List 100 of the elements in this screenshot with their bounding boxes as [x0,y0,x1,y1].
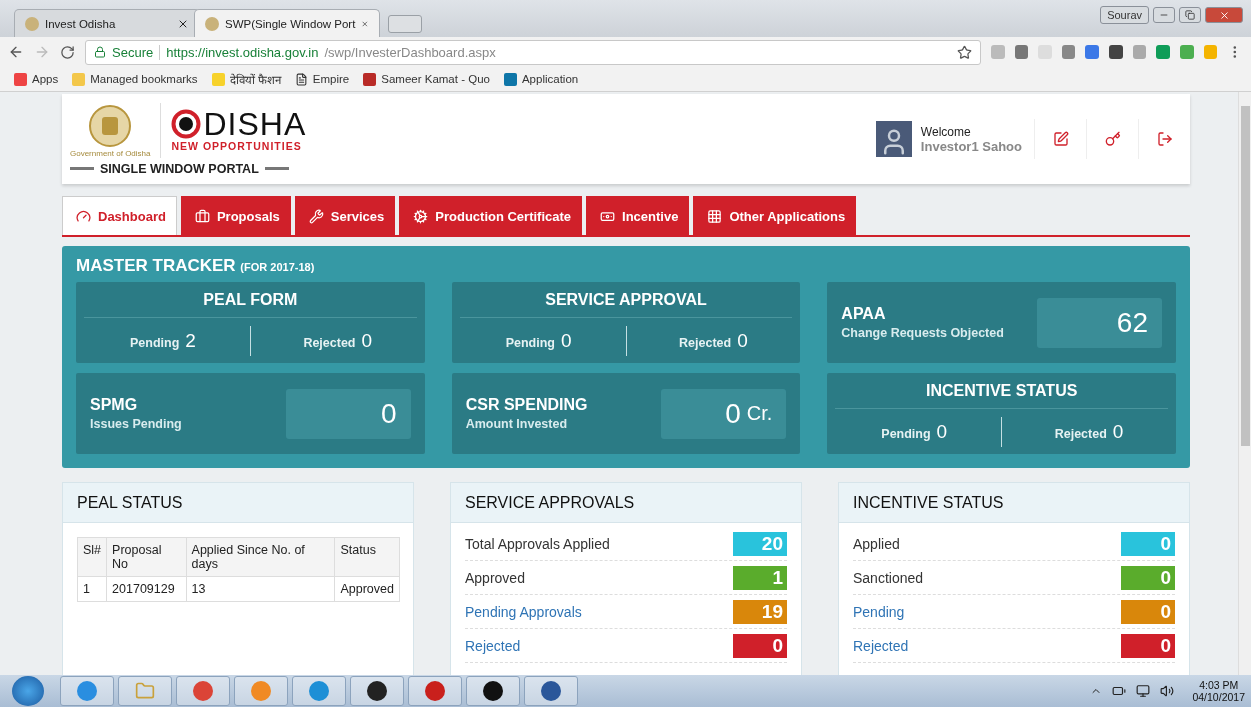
browser-tab[interactable]: SWP(Single Window Port [194,9,380,37]
grid-icon [707,208,723,224]
start-button[interactable] [12,676,44,706]
minimize-button[interactable] [1153,7,1175,23]
bookmark-link[interactable]: देवियों फैशन [211,71,281,87]
star-icon[interactable] [956,44,972,60]
count-badge: 19 [733,599,787,624]
table-cell: 201709129 [106,576,187,602]
nav-tab[interactable]: Dashboard [62,196,177,235]
extension-icon[interactable] [1061,45,1076,59]
address-bar[interactable]: Secure https://invest.odisha.gov.in /swp/InvesterDashboard.aspx [85,39,981,65]
battery-icon[interactable] [1112,684,1127,698]
unit-label: Cr. [746,402,773,425]
scrollbar[interactable] [1238,92,1251,675]
status-label: Total Approvals Applied [465,535,610,552]
edit-icon [1052,131,1069,147]
close-button[interactable] [1205,7,1243,23]
url-host: https://invest.odisha.gov.in [166,44,319,60]
count-badge: 0 [1121,531,1175,556]
bookmark-link[interactable]: Application [503,72,579,86]
column-header: Sl# [77,537,107,577]
ring-logo-icon [171,109,202,139]
count-badge: 0 [1121,633,1175,658]
profile-button[interactable]: Sourav [1100,6,1149,24]
card-value: 0 [381,397,397,430]
rejected-label: Rejected [1054,426,1107,441]
count-badge: 0 [1121,565,1175,590]
brand-tagline: NEW OPPORTUNITIES [171,140,303,152]
taskbar-icon[interactable] [466,676,520,706]
card-subtitle: Issues Pending [90,417,183,431]
extension-icon[interactable] [1203,45,1218,59]
restore-icon [1185,10,1195,20]
emblem-caption: Government of Odisha [70,148,151,158]
status-label: Approved [465,569,525,586]
logout-icon [1156,131,1173,147]
tracker-title: MASTER TRACKER (FOR 2017-18) [76,256,316,276]
status-link[interactable]: Pending [853,603,905,620]
bookmark-link[interactable]: Empire [294,72,350,86]
clock[interactable]: 4:03 PM 04/10/2017 [1192,679,1245,703]
nav-tab[interactable]: Production Certificate [399,196,583,235]
table-cell: Approved [334,576,400,602]
url-path: /swp/InvesterDashboard.aspx [324,44,497,60]
back-icon[interactable] [8,44,24,60]
card-title: APAA [841,305,887,323]
nav-tab[interactable]: Incentive [586,196,690,235]
table-cell: 1 [77,576,107,602]
user-name: Investor1 Sahoo [920,138,1022,154]
extension-icon[interactable] [1132,45,1147,59]
new-tab-button[interactable] [388,15,422,33]
close-icon [1218,9,1230,21]
pending-count: 0 [936,420,948,443]
nav-tab[interactable]: Services [294,196,396,235]
extension-icon[interactable] [1109,45,1123,59]
card-value: 62 [1116,306,1148,339]
card-subtitle: Amount Invested [465,417,569,431]
network-icon[interactable] [1136,684,1151,698]
speaker-icon[interactable] [1160,684,1175,698]
card-value: 0 [725,397,741,430]
pending-count: 2 [185,329,196,352]
bookmark-link[interactable]: Managed bookmarks [72,72,198,86]
extension-icon[interactable] [1014,45,1029,59]
count-badge: 0 [733,633,787,658]
extension-icon[interactable] [1085,45,1100,59]
pending-label: Pending [505,335,555,350]
restore-button[interactable] [1179,7,1201,23]
card-subtitle: Change Requests Objected [841,326,1005,340]
nav-tab[interactable]: Other Applications [693,196,857,235]
bookmark-link[interactable]: Apps [14,72,59,86]
table-cell: 13 [186,576,335,602]
rejected-count: 0 [361,329,373,352]
status-link[interactable]: Rejected [465,637,521,654]
card-title: PEAL FORM [84,282,417,318]
extension-icon[interactable] [990,45,1005,59]
avatar-silhouette [875,121,912,157]
gear-icon [413,208,429,224]
nav-tab[interactable]: Proposals [180,196,291,235]
status-link[interactable]: Pending Approvals [465,603,582,620]
rejected-label: Rejected [679,335,732,350]
taskbar-icon[interactable] [350,676,404,706]
panel-title: PEAL STATUS [63,483,413,523]
bookmark-link[interactable]: Sameer Kamat - Quo [363,72,490,86]
pending-count: 0 [560,329,572,352]
card-title: SERVICE APPROVAL [459,282,793,318]
column-header: Proposal No [106,537,187,577]
welcome-label: Welcome [920,124,972,139]
forward-icon[interactable] [34,44,50,60]
column-header: Applied Since No. of days [186,537,335,577]
rejected-count: 0 [1112,420,1124,443]
status-link[interactable]: Rejected [853,637,909,654]
pending-label: Pending [881,426,931,441]
card-title: INCENTIVE STATUS [835,373,1168,409]
secure-label: Secure [112,44,154,60]
key-icon [1104,131,1121,147]
panel-title: SERVICE APPROVALS [451,483,801,523]
gauge-icon [76,208,91,224]
emblem-icon [87,102,134,149]
extension-icon[interactable] [1156,45,1171,59]
reload-icon[interactable] [60,44,75,60]
portal-name: SINGLE WINDOW PORTAL [100,161,259,176]
emblem-favicon-icon [25,16,39,31]
